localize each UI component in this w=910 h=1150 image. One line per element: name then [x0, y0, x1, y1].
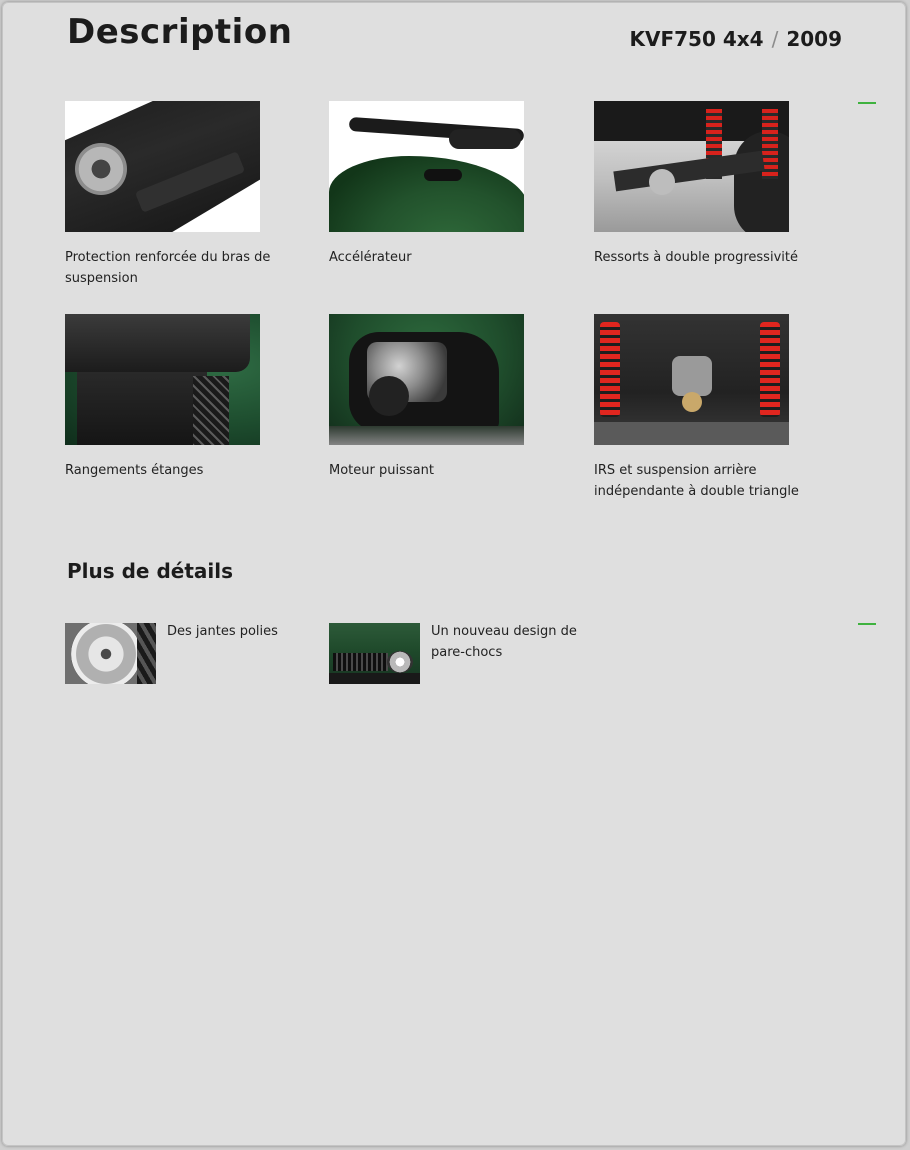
collapse-toggle-details[interactable] — [858, 623, 876, 625]
feature-card[interactable]: Accélérateur — [329, 101, 569, 268]
irs-suspension-photo[interactable] — [594, 314, 789, 445]
feature-card[interactable]: Ressorts à double progressivité — [594, 101, 834, 268]
feature-caption: Rangements étanges — [65, 463, 204, 478]
feature-caption: Protection renforcée du bras de suspensi… — [65, 250, 271, 286]
bumper-photo[interactable] — [329, 623, 420, 684]
detail-caption: Un nouveau design de pare-chocs — [431, 624, 577, 660]
section-title-details: Plus de détails — [67, 559, 234, 583]
feature-caption: Accélérateur — [329, 250, 412, 265]
rear-shocks-photo[interactable] — [594, 101, 789, 232]
model-header: KVF750 4x4 / 2009 — [629, 27, 842, 51]
feature-caption: Moteur puissant — [329, 463, 434, 478]
collapse-toggle-description[interactable] — [858, 102, 876, 104]
model-separator: / — [771, 27, 779, 51]
feature-card[interactable]: Rangements étanges — [65, 314, 305, 481]
feature-card[interactable]: IRS et suspension arrière indépendante à… — [594, 314, 834, 502]
feature-caption: IRS et suspension arrière indépendante à… — [594, 463, 799, 499]
detail-caption: Des jantes polies — [167, 624, 278, 639]
feature-card[interactable]: Protection renforcée du bras de suspensi… — [65, 101, 305, 289]
swing-arm-protection-photo[interactable] — [65, 101, 260, 232]
model-name: KVF750 4x4 — [629, 27, 764, 51]
page-frame: Description KVF750 4x4 / 2009 Protection r… — [2, 2, 906, 1146]
feature-caption: Ressorts à double progressivité — [594, 250, 798, 265]
feature-card[interactable]: Moteur puissant — [329, 314, 569, 481]
throttle-photo[interactable] — [329, 101, 524, 232]
storage-box-photo[interactable] — [65, 314, 260, 445]
model-year: 2009 — [786, 27, 842, 51]
polished-rim-photo[interactable] — [65, 623, 156, 684]
engine-photo[interactable] — [329, 314, 524, 445]
page-title: Description — [67, 12, 293, 52]
